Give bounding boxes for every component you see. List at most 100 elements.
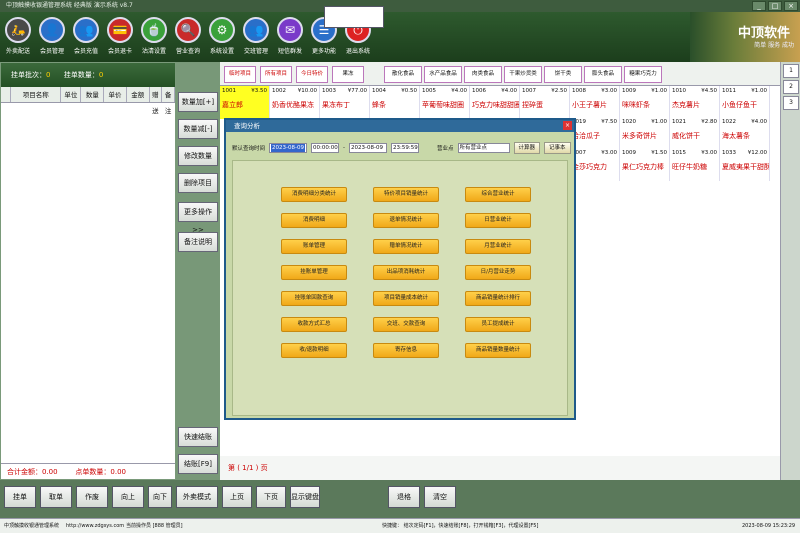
report-button[interactable]: 月营业统计 xyxy=(465,239,531,254)
side-button[interactable]: 快速结账 xyxy=(178,427,218,447)
notepad-button[interactable]: 记事本 xyxy=(544,142,571,154)
product-tile[interactable]: 1002 ¥10.00 奶香优酪果冻 xyxy=(270,86,320,119)
product-tile[interactable]: 1007 ¥3.00 金莎巧克力 xyxy=(570,148,620,181)
order-info-bar: 挂单批次：0 挂单数量：0 xyxy=(1,63,175,87)
product-tile[interactable]: 1006 ¥4.00 巧克力味甜甜圈 xyxy=(470,86,520,119)
bottom-button[interactable]: 取单 xyxy=(40,486,72,508)
product-tile[interactable]: 1004 ¥0.50 蜂条 xyxy=(370,86,420,119)
product-price: ¥1.00 xyxy=(751,88,767,94)
side-button[interactable]: 数量加[+] xyxy=(178,92,218,112)
product-tile[interactable]: 1005 ¥4.00 苹葡萄味甜圈 xyxy=(420,86,470,119)
keypad-input[interactable] xyxy=(324,6,384,28)
toolbar-button[interactable]: ✉ 短信群发 xyxy=(272,15,308,55)
time-label: 默认查询时间 xyxy=(232,146,266,152)
category-tab[interactable]: 临时项目 xyxy=(224,66,256,83)
bottom-button[interactable]: 作废 xyxy=(76,486,108,508)
report-button[interactable]: 收款方式汇总 xyxy=(281,317,347,332)
product-tile[interactable]: 1021 ¥2.80 威化饼干 xyxy=(670,117,720,150)
category-tab[interactable]: 饼干类 xyxy=(544,66,582,83)
report-button[interactable]: 日/月营业走势 xyxy=(465,265,531,280)
toolbar-button[interactable]: 💳 会员退卡 xyxy=(102,15,138,55)
toolbar-button[interactable]: 🛵 外卖配送 xyxy=(0,15,36,55)
toolbar-button[interactable]: 👥 会员充值 xyxy=(68,15,104,55)
date-to-input[interactable]: 2023-08-09 xyxy=(349,143,388,153)
product-name: 苹葡萄味甜圈 xyxy=(422,101,464,109)
report-button[interactable]: 挂账单回款查询 xyxy=(281,291,347,306)
category-tab[interactable]: 所有项目 xyxy=(260,66,292,83)
bottom-button[interactable]: 下页 xyxy=(256,486,286,508)
bottom-button[interactable]: 向上 xyxy=(112,486,144,508)
report-button[interactable]: 出品项消耗统计 xyxy=(373,265,439,280)
report-button[interactable]: 退单情况统计 xyxy=(373,213,439,228)
page-jump-button[interactable]: 3 xyxy=(783,96,799,110)
bottom-button[interactable]: 退格 xyxy=(388,486,420,508)
side-button[interactable]: 删除项目 xyxy=(178,173,218,193)
report-button[interactable]: 赠单情况统计 xyxy=(373,239,439,254)
product-tile[interactable]: 1007 ¥2.50 捏碎蛋 xyxy=(520,86,570,119)
report-button[interactable]: 寄存信息 xyxy=(373,343,439,358)
bottom-button[interactable]: 挂单 xyxy=(4,486,36,508)
report-button[interactable]: 日营业统计 xyxy=(465,213,531,228)
side-button[interactable]: 备注说明 xyxy=(178,232,218,252)
maximize-button[interactable]: □ xyxy=(768,1,782,11)
report-button[interactable]: 挂账单管理 xyxy=(281,265,347,280)
product-tile[interactable]: 1015 ¥3.00 旺仔牛奶糖 xyxy=(670,148,720,181)
product-tile[interactable]: 1022 ¥4.00 海太薯条 xyxy=(720,117,770,150)
close-button[interactable]: × xyxy=(784,1,798,11)
report-button[interactable]: 员工提成统计 xyxy=(465,317,531,332)
side-button[interactable]: 更多操作>> xyxy=(178,202,218,234)
report-button[interactable]: 交班、交款查询 xyxy=(373,317,439,332)
report-button[interactable]: 项目销量成本统计 xyxy=(373,291,439,306)
toolbar-button[interactable]: 🔍 营业查询 xyxy=(170,15,206,55)
report-button[interactable]: 特价项目销量统计 xyxy=(373,187,439,202)
category-tab[interactable]: 糖果巧克力 xyxy=(624,66,662,83)
bottom-button[interactable]: 清空 xyxy=(424,486,456,508)
time-to-input[interactable]: 23:59:59 xyxy=(391,143,420,153)
product-tile[interactable]: 1011 ¥1.00 小鱼仔鱼干 xyxy=(720,86,770,119)
bottom-button[interactable]: 向下 xyxy=(148,486,172,508)
category-tab[interactable]: 散化食品 xyxy=(384,66,422,83)
category-tab[interactable]: 今日特价 xyxy=(296,66,328,83)
product-tile[interactable]: 1020 ¥1.00 米多奇饼片 xyxy=(620,117,670,150)
store-select[interactable]: 所有营业点 xyxy=(457,143,510,153)
report-button[interactable]: 消费明细分类统计 xyxy=(281,187,347,202)
minimize-button[interactable]: _ xyxy=(752,1,766,11)
product-tile[interactable]: 1008 ¥3.00 小王子薯片 xyxy=(570,86,620,119)
toolbar-button[interactable]: 🍵 沽清设置 xyxy=(136,15,172,55)
side-button[interactable]: 修改数量 xyxy=(178,146,218,166)
product-tile[interactable]: 1009 ¥1.00 咪咪虾条 xyxy=(620,86,670,119)
page-jump-button[interactable]: 2 xyxy=(783,80,799,94)
product-tile[interactable]: 1010 ¥4.50 杰克薯片 xyxy=(670,86,720,119)
bottom-button[interactable]: 显示键盘 xyxy=(290,486,320,508)
status-url[interactable]: http://www.zdgsys.com xyxy=(66,519,124,533)
category-tab[interactable]: 膨头食品 xyxy=(584,66,622,83)
calculator-button[interactable]: 计算器 xyxy=(513,142,541,154)
date-from-input[interactable]: 2023-08-09 xyxy=(269,143,308,153)
side-button[interactable]: 结账[F9] xyxy=(178,454,218,474)
product-tile[interactable]: 1033 ¥12.00 夏威夷果干甜酥 xyxy=(720,148,770,181)
product-tile[interactable]: 1019 ¥7.50 洽洽瓜子 xyxy=(570,117,620,150)
bottom-button[interactable]: 上页 xyxy=(222,486,252,508)
product-tile[interactable]: 1001 ¥3.50 嘉立郎 xyxy=(220,86,270,119)
report-button[interactable]: 商品销量数量统计 xyxy=(465,343,531,358)
dialog-close-button[interactable]: × xyxy=(563,121,572,130)
report-button[interactable]: 收/退款明细 xyxy=(281,343,347,358)
toolbar-button[interactable]: ⚙ 系统设置 xyxy=(204,15,240,55)
page-jump-button[interactable]: 1 xyxy=(783,64,799,78)
report-button[interactable]: 综合营业统计 xyxy=(465,187,531,202)
side-button[interactable]: 数量减[-] xyxy=(178,119,218,139)
toolbar-button[interactable]: 👥 交班管理 xyxy=(238,15,274,55)
toolbar-button[interactable]: 👤 会员管理 xyxy=(34,15,70,55)
product-price: ¥2.80 xyxy=(701,119,717,125)
report-button[interactable]: 消费明细 xyxy=(281,213,347,228)
product-tile[interactable]: 1009 ¥1.50 果仁巧克力棒 xyxy=(620,148,670,181)
category-tab[interactable]: 肉类食品 xyxy=(464,66,502,83)
category-tab[interactable]: 干果炒货类 xyxy=(504,66,542,83)
report-button[interactable]: 商品销量统计排行 xyxy=(465,291,531,306)
report-button[interactable]: 账单管理 xyxy=(281,239,347,254)
bottom-button[interactable]: 外卖模式 xyxy=(176,486,218,508)
category-tab[interactable]: 果冻 xyxy=(332,66,364,83)
time-from-input[interactable]: 00:00:00 xyxy=(311,143,340,153)
category-tab[interactable]: 水产品食品 xyxy=(424,66,462,83)
product-tile[interactable]: 1003 ¥77.00 果冻布丁 xyxy=(320,86,370,119)
